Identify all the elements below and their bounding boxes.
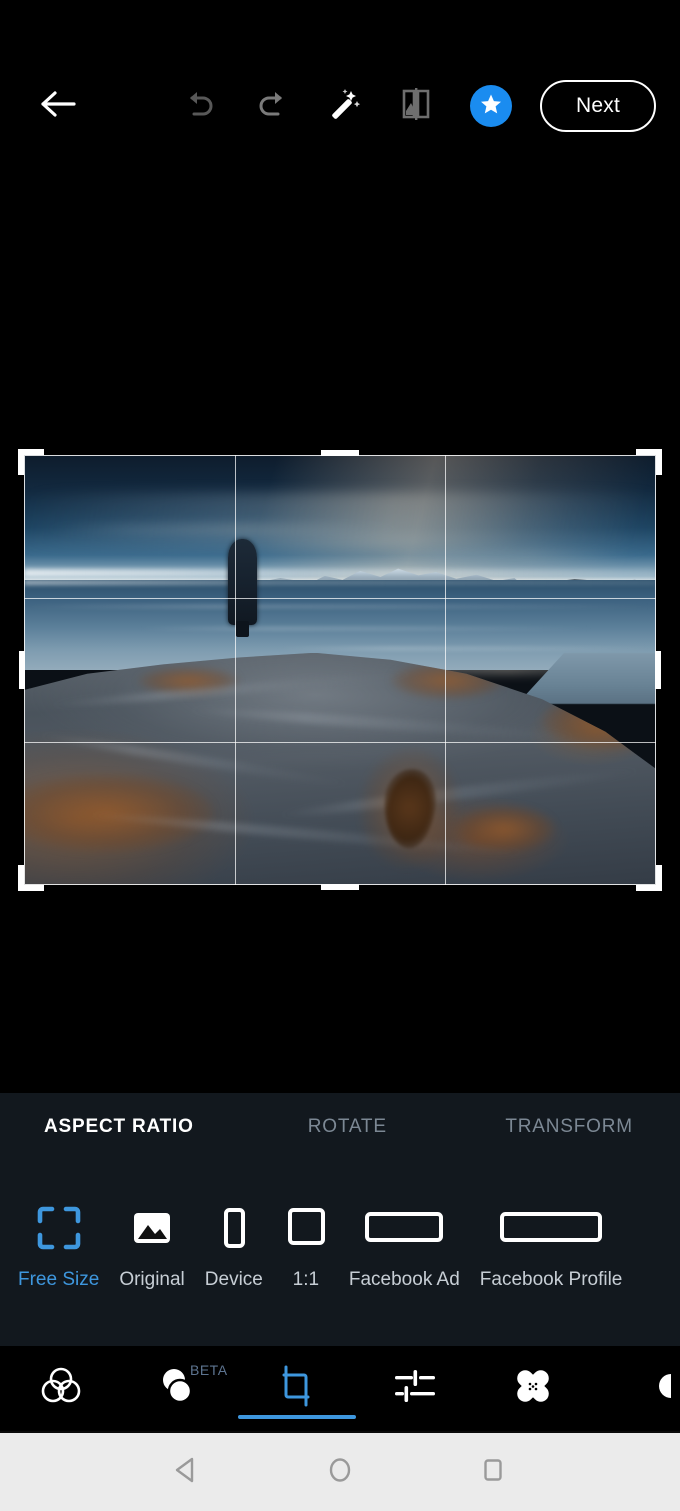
ratio-label: 1:1 xyxy=(292,1269,320,1290)
magic-wand-icon xyxy=(327,87,361,126)
crop-grid-line-horizontal xyxy=(24,598,656,600)
circle-home-icon xyxy=(325,1455,355,1490)
ratio-option-device[interactable]: Device xyxy=(195,1204,273,1291)
redo-button[interactable] xyxy=(244,78,300,134)
crop-icon xyxy=(275,1364,319,1413)
android-back-button[interactable] xyxy=(157,1442,217,1502)
ratio-label: Facebook Profile xyxy=(479,1269,623,1290)
tab-transform[interactable]: TRANSFORM xyxy=(458,1116,680,1138)
person-silhouette xyxy=(228,538,258,637)
crop-handle-bottom[interactable] xyxy=(321,884,359,890)
premium-button[interactable] xyxy=(470,85,512,127)
crop-grid-line-vertical xyxy=(445,455,447,885)
sea-streak xyxy=(24,604,656,608)
square-icon xyxy=(283,1204,329,1252)
compare-button[interactable] xyxy=(388,78,444,134)
aspect-ratio-list[interactable]: Free Size Original Device 1:1 Facebook A… xyxy=(0,1161,680,1346)
wide-rectangle-icon xyxy=(361,1204,447,1252)
tool-adjust[interactable] xyxy=(356,1346,474,1431)
undo-button[interactable] xyxy=(172,78,228,134)
rock-strata xyxy=(188,704,581,743)
free-size-brackets-icon xyxy=(36,1204,82,1252)
top-toolbar: Next xyxy=(0,60,680,152)
android-recents-button[interactable] xyxy=(463,1442,523,1502)
partial-icon xyxy=(629,1364,673,1413)
beta-badge: BETA xyxy=(190,1362,228,1378)
crop-handle-top-right[interactable] xyxy=(636,449,662,475)
crop-handle-left[interactable] xyxy=(19,651,25,689)
tab-rotate[interactable]: ROTATE xyxy=(236,1116,458,1138)
editor-canvas[interactable] xyxy=(0,152,680,1093)
square-recents-icon xyxy=(478,1455,508,1490)
auto-enhance-button[interactable] xyxy=(316,78,372,134)
crop-handle-bottom-left[interactable] xyxy=(18,865,44,891)
cloud-band xyxy=(371,549,656,561)
next-button[interactable]: Next xyxy=(540,80,656,132)
original-image-icon xyxy=(129,1204,175,1252)
crop-mode-tabs: ASPECT RATIO ROTATE TRANSFORM xyxy=(0,1093,680,1161)
photo-editor-screen: Next ASPECT RATIO ROTATE TRANSFORM Free … xyxy=(0,0,680,1511)
rock-strata xyxy=(277,765,643,822)
tool-portrait-blur[interactable]: BETA xyxy=(120,1346,238,1431)
horizon-glow xyxy=(24,568,656,577)
cloud-band xyxy=(36,523,416,534)
photo-sky xyxy=(24,455,656,580)
ratio-option-facebook-profile[interactable]: Facebook Profile xyxy=(470,1204,633,1291)
android-navigation-bar xyxy=(0,1431,680,1511)
crop-frame[interactable] xyxy=(18,449,662,891)
sliders-icon xyxy=(392,1366,438,1411)
tool-looks-filters[interactable] xyxy=(2,1346,120,1431)
arrow-left-icon xyxy=(40,89,76,124)
ratio-label: Facebook Ad xyxy=(348,1269,460,1290)
ratio-label: Original xyxy=(119,1269,185,1290)
sea-streak xyxy=(137,626,593,630)
tool-heal[interactable] xyxy=(474,1346,592,1431)
crop-options-panel: ASPECT RATIO ROTATE TRANSFORM Free Size xyxy=(0,1093,680,1346)
android-home-button[interactable] xyxy=(310,1442,370,1502)
three-circles-icon xyxy=(39,1365,83,1412)
crop-handle-top[interactable] xyxy=(321,450,359,456)
crop-grid-line-vertical xyxy=(234,455,236,885)
status-bar-spacer xyxy=(0,0,680,60)
sea-streak xyxy=(276,646,656,650)
crop-handle-top-left[interactable] xyxy=(18,449,44,475)
compare-before-after-icon xyxy=(400,87,432,126)
ratio-option-facebook-ad[interactable]: Facebook Ad xyxy=(339,1204,470,1291)
triangle-back-icon xyxy=(172,1455,202,1490)
star-icon xyxy=(479,92,503,121)
back-button[interactable] xyxy=(32,80,84,132)
device-portrait-icon xyxy=(211,1204,257,1252)
ratio-option-free-size[interactable]: Free Size xyxy=(8,1204,109,1291)
tab-aspect-ratio[interactable]: ASPECT RATIO xyxy=(44,1116,236,1138)
ratio-option-1-1[interactable]: 1:1 xyxy=(273,1204,339,1291)
ratio-label: Device xyxy=(204,1269,263,1290)
tool-crop[interactable] xyxy=(238,1346,356,1431)
crop-handle-bottom-right[interactable] xyxy=(636,865,662,891)
crop-grid-line-horizontal xyxy=(24,741,656,743)
ratio-option-original[interactable]: Original xyxy=(109,1204,194,1291)
undo-icon xyxy=(183,89,217,124)
next-button-label: Next xyxy=(576,94,620,117)
editor-tool-bar: BETA xyxy=(0,1346,680,1431)
photo-preview xyxy=(24,455,656,885)
grass-patch xyxy=(24,773,214,853)
crop-handle-right[interactable] xyxy=(655,651,661,689)
redo-icon xyxy=(255,89,289,124)
ratio-label: Free Size xyxy=(18,1269,100,1290)
tool-more[interactable] xyxy=(592,1346,680,1431)
bandage-icon xyxy=(511,1364,555,1413)
rock-crevice xyxy=(380,766,439,851)
active-tool-indicator xyxy=(238,1415,356,1419)
wide-rectangle-icon xyxy=(496,1204,606,1252)
